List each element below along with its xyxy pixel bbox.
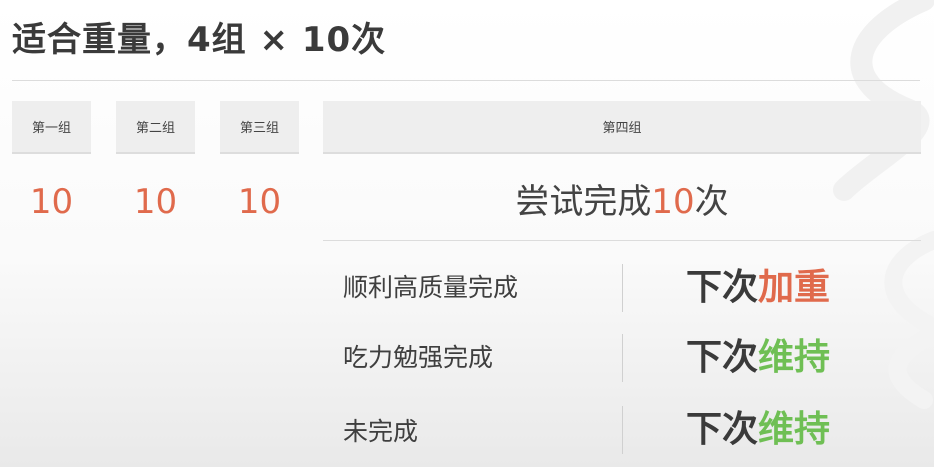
attempt-number: 10 (651, 182, 695, 222)
outcome-1-action: 加重 (758, 267, 831, 308)
set-3-header: 第三组 (220, 101, 299, 154)
set-2-reps: 10 (133, 182, 178, 222)
set-1-header: 第一组 (12, 101, 91, 154)
set-2-header: 第二组 (116, 101, 195, 154)
outcome-2-action: 维持 (758, 337, 831, 378)
title-divider (12, 80, 920, 81)
outcome-3-separator (622, 406, 623, 454)
outcome-3-result: 下次维持 (686, 409, 830, 451)
outcome-2-result: 下次维持 (686, 337, 830, 379)
outcome-1-separator (622, 264, 623, 312)
attempt-prefix: 尝试完成 (515, 182, 652, 222)
set-1-reps: 10 (29, 182, 74, 222)
set-4-attempt: 尝试完成10次 (323, 178, 921, 226)
outcome-2-prefix: 下次 (686, 337, 759, 378)
outcome-1-condition: 顺利高质量完成 (343, 273, 519, 302)
outcome-3-action: 维持 (758, 409, 831, 450)
outcome-2-separator (622, 334, 623, 382)
attempt-divider (323, 240, 921, 241)
outcome-3-condition: 未完成 (343, 417, 419, 446)
set-4-header: 第四组 (323, 101, 921, 154)
outcome-1-prefix: 下次 (686, 267, 759, 308)
page-title: 适合重量，4组 × 10次 (12, 20, 387, 60)
outcome-1-result: 下次加重 (686, 267, 830, 309)
attempt-suffix: 次 (694, 182, 729, 222)
outcome-2-condition: 吃力勉强完成 (343, 343, 494, 372)
set-3-reps: 10 (237, 182, 282, 222)
outcome-3-prefix: 下次 (686, 409, 759, 450)
